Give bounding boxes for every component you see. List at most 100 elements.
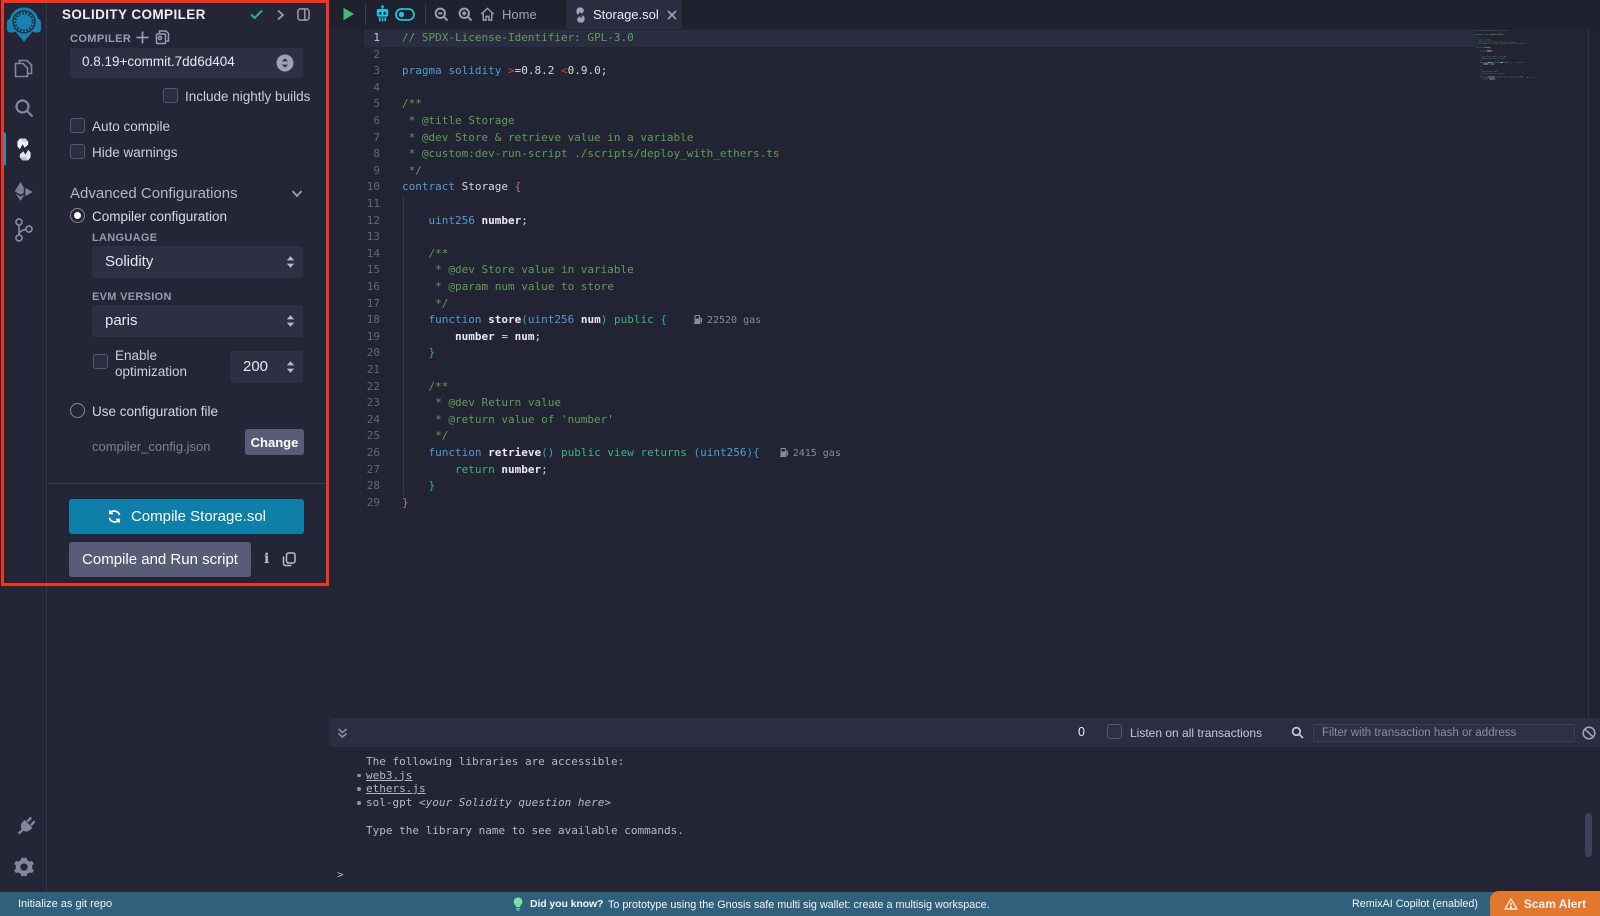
code-line: */ (402, 296, 448, 313)
include-nightly-checkbox[interactable] (163, 88, 178, 103)
focus-panel-chevron-icon[interactable] (276, 9, 285, 21)
enable-optimization-checkbox[interactable] (93, 354, 108, 369)
hide-warnings-label: Hide warnings (92, 145, 178, 160)
terminal-scrollbar-thumb[interactable] (1585, 813, 1592, 857)
clear-console-icon[interactable] (1582, 726, 1596, 740)
code-line: * @custom:dev-run-script ./scripts/deplo… (1476, 43, 1527, 45)
code-line: pragma solidity >=0.8.2 <0.9.0; (402, 63, 607, 80)
line-number: 7 (330, 130, 380, 147)
line-number: 8 (330, 146, 380, 163)
code-line: } (402, 345, 435, 362)
pin-panel-icon[interactable] (297, 8, 310, 21)
import-compiler-icon[interactable] (155, 30, 170, 45)
auto-compile-checkbox[interactable] (70, 118, 85, 133)
editor-minimap[interactable]: // SPDX-License-Identifier: GPL-3.0pragm… (1476, 30, 1588, 717)
use-config-file-radio[interactable] (70, 403, 85, 418)
code-line: * @title Storage (402, 113, 515, 130)
deploy-run-icon[interactable] (0, 182, 47, 202)
compile-button-label: Compile Storage.sol (131, 508, 266, 525)
plugin-manager-icon[interactable] (0, 816, 47, 838)
hide-warnings-checkbox[interactable] (70, 144, 85, 159)
tab-home[interactable]: Home (480, 0, 537, 29)
config-file-name[interactable]: compiler_config.json (92, 439, 211, 454)
line-number: 29 (330, 495, 380, 512)
scam-alert-badge[interactable]: Scam Alert (1490, 891, 1600, 916)
remix-logo-icon[interactable] (0, 4, 47, 42)
line-number: 24 (330, 412, 380, 429)
line-number: 17 (330, 296, 380, 313)
terminal-output[interactable]: The following libraries are accessible:w… (330, 747, 1600, 892)
terminal-link[interactable]: ethers.js (366, 782, 426, 795)
copilot-toggle-icon[interactable] (395, 8, 415, 21)
change-config-button[interactable]: Change (245, 429, 304, 455)
advanced-chevron-down-icon[interactable] (291, 189, 303, 198)
tabbar-divider (365, 4, 366, 25)
git-icon[interactable] (0, 217, 47, 243)
remix-ide-app: SOLIDITY COMPILER COMPILER 0.8.19+commit… (0, 0, 1600, 916)
tab-close-icon[interactable] (667, 10, 677, 20)
language-select[interactable]: Solidity (92, 246, 303, 278)
gas-estimate: 22520 gas (694, 315, 761, 326)
line-number: 13 (330, 229, 380, 246)
icon-rail (0, 0, 47, 892)
run-script-play-icon[interactable] (342, 7, 355, 21)
file-explorer-icon[interactable] (0, 57, 47, 80)
settings-gear-icon[interactable] (0, 856, 47, 878)
tabbar-divider-2 (425, 4, 426, 25)
git-init-status[interactable]: Initialize as git repo (18, 898, 112, 910)
code-line: * @dev Store value in variable (402, 262, 634, 279)
overview-ruler (1588, 29, 1600, 718)
zoom-in-icon[interactable] (458, 7, 473, 22)
compiler-version-select[interactable]: 0.8.19+commit.7dd6d404 (70, 48, 303, 78)
main-area: Home Storage.sol 12345678910111213141516… (330, 0, 1600, 892)
add-custom-compiler-icon[interactable] (136, 31, 149, 44)
line-number: 26 (330, 445, 380, 462)
copilot-status[interactable]: RemixAI Copilot (enabled) (1352, 898, 1478, 910)
code-line: } (402, 495, 409, 512)
code-line: } (402, 478, 435, 495)
bullet (357, 787, 361, 791)
listen-transactions-checkbox[interactable] (1107, 724, 1122, 739)
evm-version-select[interactable]: paris (92, 305, 303, 337)
line-number: 1 (330, 30, 380, 47)
code-line: } (1476, 65, 1480, 67)
terminal-text: Type the library name to see available c… (366, 824, 684, 837)
bullet (357, 774, 361, 778)
language-value: Solidity (105, 253, 153, 270)
code-line: * @custom:dev-run-script ./scripts/deplo… (402, 146, 780, 163)
tab-storage-sol[interactable]: Storage.sol (566, 0, 682, 29)
code-line: contract Storage { (1476, 47, 1492, 49)
gas-estimate: 22520 gas (1515, 62, 1524, 63)
compile-button[interactable]: Compile Storage.sol (69, 499, 304, 534)
line-number: 25 (330, 428, 380, 445)
did-you-know-label: Did you know? (530, 898, 603, 910)
compile-and-run-button[interactable]: Compile and Run script (69, 542, 251, 577)
transaction-filter-input[interactable] (1313, 724, 1575, 742)
search-icon[interactable] (0, 97, 47, 119)
terminal-expand-chevrons-icon[interactable] (337, 728, 348, 739)
solidity-compiler-icon[interactable] (0, 138, 47, 161)
terminal-link[interactable]: web3.js (366, 769, 412, 782)
use-config-file-label: Use configuration file (92, 404, 218, 419)
zoom-out-icon[interactable] (434, 7, 449, 22)
ai-copilot-robot-icon[interactable] (374, 5, 391, 23)
copy-icon[interactable] (282, 552, 296, 567)
code-line: * @return value of 'number' (402, 412, 614, 429)
optimization-runs-input[interactable]: 200 (230, 351, 303, 383)
line-number: 27 (330, 462, 380, 479)
evm-updown-icon (286, 314, 295, 328)
terminal-search-icon[interactable] (1291, 726, 1304, 739)
compiler-config-radio[interactable] (70, 208, 85, 223)
line-number: 2 (330, 47, 380, 64)
code-line: uint256 number; (402, 213, 528, 230)
info-icon[interactable]: i (264, 551, 269, 567)
terminal-toolbar: 0 Listen on all transactions (330, 718, 1600, 747)
code-editor[interactable]: 1234567891011121314151617181920212223242… (330, 29, 1600, 718)
version-updown-icon (276, 54, 294, 72)
optimization-runs-value: 200 (243, 358, 268, 375)
advanced-config-header[interactable]: Advanced Configurations (70, 185, 238, 202)
line-number: 16 (330, 279, 380, 296)
line-number: 21 (330, 362, 380, 379)
code-line: * @dev Store & retrieve value in a varia… (402, 130, 693, 147)
solidity-compiler-panel: SOLIDITY COMPILER COMPILER 0.8.19+commit… (48, 0, 330, 892)
